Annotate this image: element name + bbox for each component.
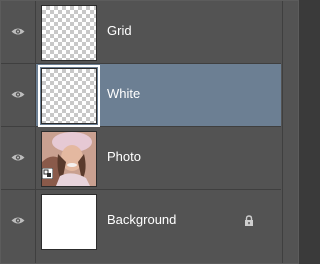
layer-thumbnail-background[interactable] — [41, 194, 97, 250]
layer-thumbnail-white[interactable] — [38, 65, 100, 127]
visibility-toggle[interactable] — [1, 64, 36, 126]
visibility-toggle[interactable] — [1, 127, 36, 189]
layer-row-grid[interactable]: Grid — [1, 1, 281, 64]
eye-icon — [11, 91, 25, 98]
eye-icon — [11, 217, 25, 224]
layer-name-label[interactable]: Grid — [107, 23, 132, 38]
layer-row-background[interactable]: Background — [1, 190, 281, 263]
layer-row-photo[interactable]: Photo — [1, 127, 281, 190]
layer-name-label[interactable]: Background — [107, 212, 176, 227]
visibility-toggle[interactable] — [1, 1, 36, 63]
layers-panel: Grid White Photo Background — [0, 0, 299, 264]
eye-icon — [11, 28, 25, 35]
layers-scrollbar[interactable] — [282, 1, 298, 263]
smart-object-icon — [42, 168, 53, 179]
lock-icon[interactable] — [244, 215, 254, 227]
layer-thumbnail-grid[interactable] — [41, 5, 97, 61]
visibility-toggle[interactable] — [1, 190, 36, 263]
layer-row-white[interactable]: White — [1, 64, 281, 127]
layer-name-label[interactable]: White — [107, 86, 140, 101]
eye-icon — [11, 154, 25, 161]
layer-name-label[interactable]: Photo — [107, 149, 141, 164]
